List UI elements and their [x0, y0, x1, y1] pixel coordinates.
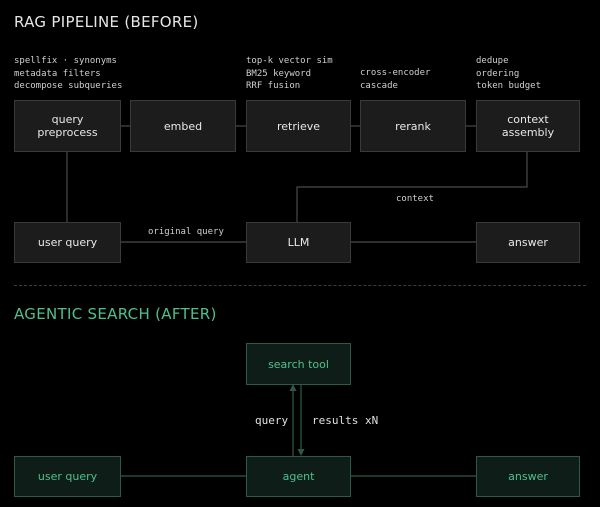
node-user-query: user query: [14, 222, 121, 263]
node-agentic-answer: answer: [476, 456, 580, 497]
context-notes: dedupe ordering token budget: [476, 56, 542, 91]
edge-label-results: results xN: [312, 414, 379, 427]
agentic-section-title: AGENTIC SEARCH (AFTER): [14, 305, 217, 323]
edge-label-context: context: [396, 194, 434, 204]
arrowhead-up-icon: [289, 384, 297, 391]
arrowhead-down-icon: [297, 449, 305, 456]
section-divider: [14, 285, 586, 286]
edge-label-query: query: [255, 414, 289, 427]
node-search-tool: search tool: [246, 343, 351, 385]
edge-label-original-query: original query: [148, 227, 224, 237]
node-answer: answer: [476, 222, 580, 263]
rerank-notes: cross-encoder cascade: [360, 68, 431, 91]
node-llm: LLM: [246, 222, 351, 263]
preprocess-notes: spellfix · synonyms metadata filters dec…: [14, 56, 123, 91]
node-agent: agent: [246, 456, 351, 497]
node-embed: embed: [130, 100, 236, 152]
node-query-preprocess: query preprocess: [14, 100, 121, 152]
rag-section-title: RAG PIPELINE (BEFORE): [14, 13, 199, 31]
node-rerank: rerank: [360, 100, 466, 152]
node-agentic-user-query: user query: [14, 456, 121, 497]
node-context-assembly: context assembly: [476, 100, 580, 152]
diagram-canvas: RAG PIPELINE (BEFORE) spellfix · synonym…: [0, 0, 600, 507]
node-retrieve: retrieve: [246, 100, 351, 152]
edge-context-llm: [296, 152, 528, 222]
retrieve-notes: top-k vector sim BM25 keyword RRF fusion: [246, 56, 333, 91]
